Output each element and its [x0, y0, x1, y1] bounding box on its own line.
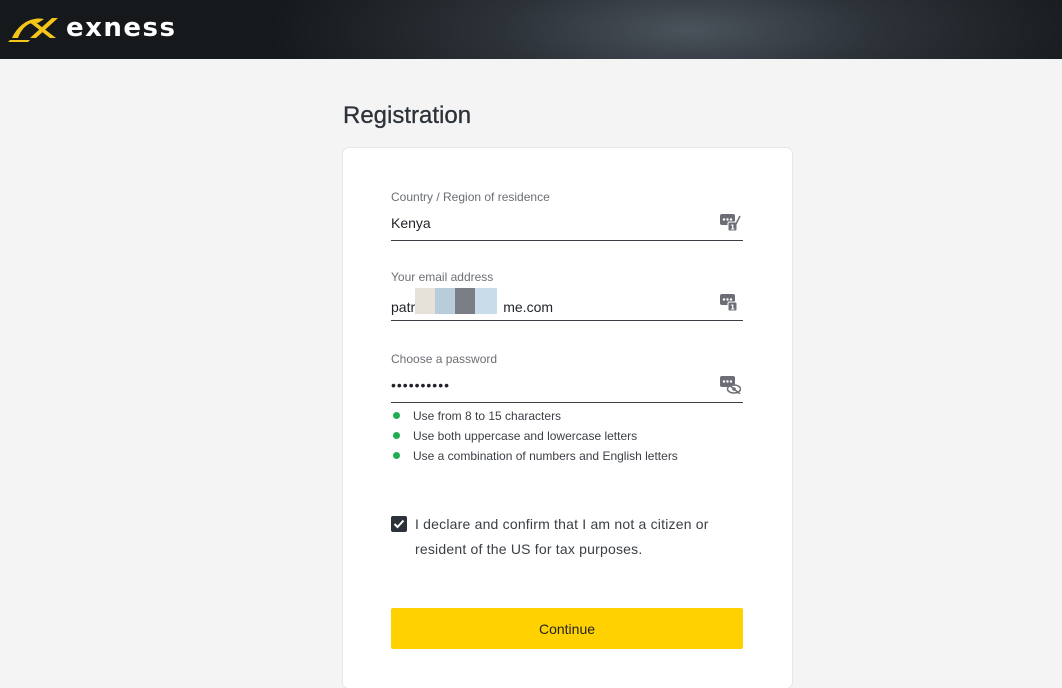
- email-label: Your email address: [391, 270, 494, 284]
- declaration-checkbox[interactable]: [391, 516, 407, 532]
- password-rule: Use a combination of numbers and English…: [391, 448, 678, 468]
- password-rules: Use from 8 to 15 characters Use both upp…: [391, 408, 678, 468]
- email-input[interactable]: patric me.com 1: [391, 288, 743, 321]
- email-value-end: me.com: [503, 299, 554, 315]
- exness-logo-mark-icon: [8, 18, 58, 42]
- autofill-key-icon[interactable]: 1: [719, 292, 741, 312]
- password-label: Choose a password: [391, 352, 498, 366]
- rule-ok-dot-icon: [393, 412, 400, 419]
- email-field[interactable]: Your email address patric me.com 1: [391, 269, 743, 321]
- checkmark-icon: [393, 519, 405, 529]
- password-input[interactable]: ••••••••••: [391, 376, 743, 403]
- country-field[interactable]: Country / Region of residence Kenya 1: [391, 189, 743, 241]
- exness-logo[interactable]: exness: [8, 12, 177, 44]
- rule-ok-dot-icon: [393, 452, 400, 459]
- password-rule: Use both uppercase and lowercase letters: [391, 428, 678, 448]
- svg-text:1: 1: [730, 224, 735, 232]
- autofill-key-icon[interactable]: 1: [719, 212, 741, 232]
- brand-name: exness: [66, 13, 177, 43]
- email-value: patric me.com: [391, 288, 743, 316]
- country-label: Country / Region of residence: [391, 190, 550, 204]
- email-redaction: [415, 288, 503, 314]
- continue-button[interactable]: Continue: [391, 608, 743, 649]
- password-rule: Use from 8 to 15 characters: [391, 408, 678, 428]
- password-value: ••••••••••: [391, 377, 451, 393]
- page-title: Registration: [343, 102, 472, 129]
- rule-ok-dot-icon: [393, 432, 400, 439]
- rule-text: Use a combination of numbers and English…: [413, 449, 678, 463]
- redaction-blocks: [415, 288, 498, 314]
- hide-password-icon[interactable]: [719, 374, 741, 394]
- svg-text:1: 1: [730, 304, 735, 312]
- country-value: Kenya: [391, 215, 431, 231]
- top-navbar: exness: [0, 0, 1062, 59]
- rule-text: Use both uppercase and lowercase letters: [413, 429, 638, 443]
- declaration-text: I declare and confirm that I am not a ci…: [415, 516, 709, 557]
- password-field[interactable]: Choose a password ••••••••••: [391, 351, 743, 403]
- us-tax-declaration: I declare and confirm that I am not a ci…: [391, 512, 743, 562]
- registration-card: Country / Region of residence Kenya 1 Yo…: [343, 148, 792, 688]
- rule-text: Use from 8 to 15 characters: [413, 409, 562, 423]
- country-input[interactable]: Kenya 1: [391, 214, 743, 241]
